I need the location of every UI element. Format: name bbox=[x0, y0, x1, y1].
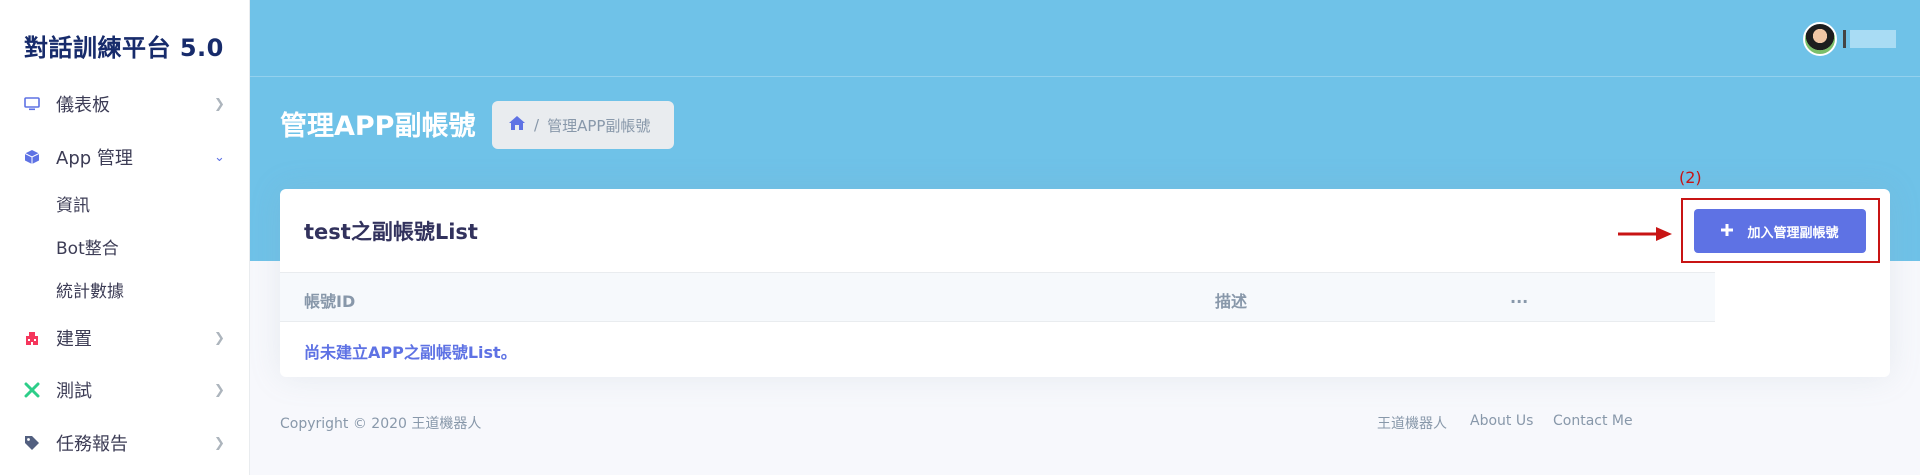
building-icon bbox=[24, 330, 40, 346]
user-name-indicator bbox=[1843, 30, 1846, 48]
sidebar: 對話訓練平台 5.0 儀表板 ❯ App 管理 ⌄ 資訊 Bot整合 統計數據 … bbox=[0, 0, 250, 475]
monitor-icon bbox=[24, 96, 40, 112]
user-avatar[interactable] bbox=[1803, 22, 1837, 56]
user-name-redacted[interactable] bbox=[1850, 30, 1896, 48]
chevron-down-icon: ⌄ bbox=[214, 149, 225, 165]
footer-copyright: Copyright © 2020 王道機器人 bbox=[280, 416, 482, 432]
sidebar-item-label: 建置 bbox=[56, 329, 92, 350]
page-title: 管理APP副帳號 bbox=[280, 111, 476, 142]
home-icon[interactable] bbox=[508, 115, 526, 135]
card-title: test之副帳號List bbox=[304, 220, 478, 244]
annotation-arrow-icon bbox=[1618, 226, 1672, 246]
sidebar-item-label: 測試 bbox=[56, 381, 92, 402]
footer-link-contact[interactable]: Contact Me bbox=[1553, 413, 1633, 429]
highlight-box bbox=[1681, 198, 1880, 263]
sidebar-item-test[interactable]: 測試 ❯ bbox=[0, 370, 250, 410]
sidebar-item-build[interactable]: 建置 ❯ bbox=[0, 318, 250, 358]
sidebar-item-label: App 管理 bbox=[56, 148, 133, 169]
step-annotation-label: (2) bbox=[1679, 168, 1702, 187]
sidebar-subitem-info[interactable]: 資訊 bbox=[56, 191, 90, 216]
topbar-divider bbox=[250, 76, 1920, 77]
breadcrumb-current: 管理APP副帳號 bbox=[547, 116, 651, 135]
sidebar-item-dashboard[interactable]: 儀表板 ❯ bbox=[0, 84, 250, 124]
tools-icon bbox=[24, 382, 40, 398]
sidebar-subitem-statistics[interactable]: 統計數據 bbox=[56, 277, 124, 302]
breadcrumb: / 管理APP副帳號 bbox=[492, 101, 674, 149]
brand-title[interactable]: 對話訓練平台 5.0 bbox=[24, 28, 224, 63]
column-description: 描述 bbox=[1215, 292, 1248, 311]
chevron-right-icon: ❯ bbox=[214, 96, 225, 112]
chevron-right-icon: ❯ bbox=[214, 382, 225, 398]
column-actions: ... bbox=[1510, 288, 1529, 307]
chevron-right-icon: ❯ bbox=[214, 435, 225, 451]
sub-accounts-card: test之副帳號List 加入管理副帳號 帳號ID 描述 ... 尚未建立APP… bbox=[280, 189, 1890, 377]
sidebar-item-label: 儀表板 bbox=[56, 95, 110, 116]
sidebar-item-label: 任務報告 bbox=[56, 434, 128, 455]
tag-icon bbox=[24, 435, 40, 451]
cube-icon bbox=[24, 149, 40, 165]
sidebar-item-app-management[interactable]: App 管理 ⌄ bbox=[0, 137, 250, 177]
breadcrumb-separator: / bbox=[534, 116, 540, 134]
empty-list-message: 尚未建立APP之副帳號List。 bbox=[304, 343, 517, 362]
sidebar-item-task-report[interactable]: 任務報告 ❯ bbox=[0, 423, 250, 463]
chevron-right-icon: ❯ bbox=[214, 330, 225, 346]
footer-link-wangdao[interactable]: 王道機器人 bbox=[1377, 413, 1447, 433]
footer-link-about[interactable]: About Us bbox=[1470, 413, 1533, 429]
sidebar-subitem-bot-integration[interactable]: Bot整合 bbox=[56, 234, 119, 259]
column-account-id: 帳號ID bbox=[304, 292, 356, 311]
table-header: 帳號ID 描述 ... bbox=[280, 272, 1715, 322]
